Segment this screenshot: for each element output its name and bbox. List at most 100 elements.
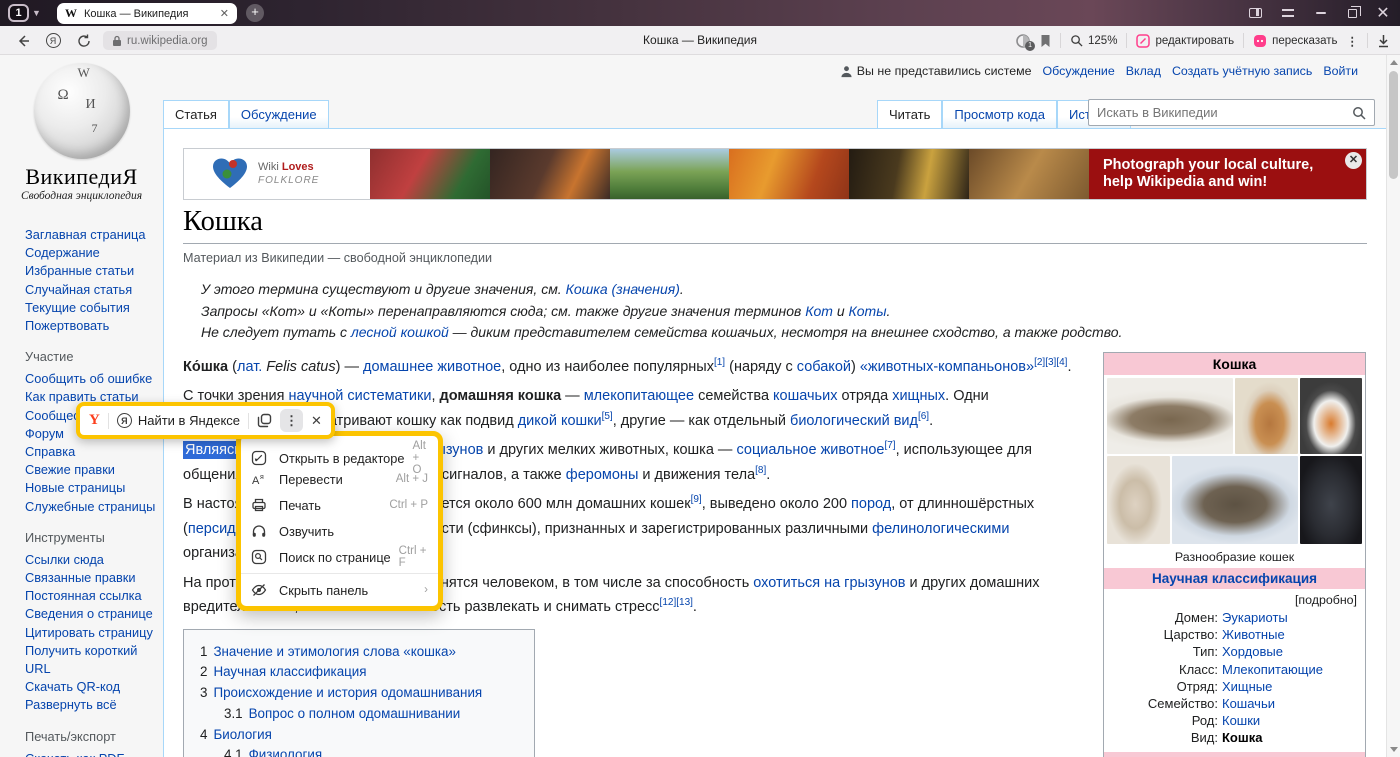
banner-message[interactable]: Photograph your local culture, help Wiki…	[1089, 149, 1366, 199]
toc-item[interactable]: 4Биология	[200, 725, 510, 746]
yandex-logo-icon[interactable]: Y	[89, 412, 100, 429]
cat-photo-gray[interactable]	[1300, 456, 1362, 544]
tax-link[interactable]: Хищные	[1222, 678, 1365, 695]
sidebar-item-help[interactable]: Справка	[25, 443, 163, 461]
zoom-control[interactable]: 125%	[1070, 34, 1117, 47]
sidebar-item-special-pages[interactable]: Служебные страницы	[25, 498, 163, 516]
yandex-services-button[interactable]: Я	[40, 26, 66, 55]
copy-icon[interactable]	[257, 413, 272, 428]
tax-link[interactable]: Кошки	[1222, 712, 1365, 729]
sidebar-item-qr-code[interactable]: Скачать QR-код	[25, 678, 163, 696]
link-contributions[interactable]: Вклад	[1126, 64, 1161, 78]
minimize-button[interactable]	[1306, 0, 1336, 26]
more-actions-button[interactable]: ⋮	[1347, 34, 1359, 48]
new-tab-button[interactable]: +	[246, 4, 264, 22]
tab-view-source[interactable]: Просмотр кода	[942, 100, 1057, 128]
toc-item[interactable]: 3.1Вопрос о полном одомашнивании	[224, 704, 510, 725]
link-create-account[interactable]: Создать учётную запись	[1172, 64, 1312, 78]
tax-link[interactable]: Животные	[1222, 626, 1365, 643]
find-in-yandex-button[interactable]: Я Найти в Яндексе	[117, 413, 240, 428]
sidebar-item-expand-all[interactable]: Развернуть всё	[25, 696, 163, 714]
tab-close-icon[interactable]: ✕	[220, 7, 229, 20]
menu-item-find-on-page[interactable]: Поиск по страницеCtrl + F	[241, 544, 438, 570]
toolbar-more-button[interactable]: ⋮	[280, 409, 303, 432]
page-scrollbar[interactable]	[1386, 55, 1400, 757]
details-link[interactable]: [подробно]	[1104, 589, 1365, 609]
menu-button[interactable]	[1273, 0, 1303, 26]
protect-button[interactable]: 1	[1015, 33, 1031, 49]
banner-folklore-text: FOLKLORE	[258, 174, 319, 187]
separator	[1060, 33, 1061, 48]
cat-photo-siamese[interactable]	[1107, 456, 1170, 544]
wikipedia-wordmark[interactable]: ВикипедиЯ	[0, 164, 163, 190]
search-input[interactable]	[1089, 105, 1352, 120]
sidebar-item-related-changes[interactable]: Связанные правки	[25, 569, 163, 587]
sidebar-item-contents[interactable]: Содержание	[25, 244, 163, 262]
cat-photo-orange-white[interactable]	[1300, 378, 1362, 454]
scroll-up-arrow-icon[interactable]	[1390, 60, 1398, 65]
menu-item-print[interactable]: ПечатьCtrl + P	[241, 492, 438, 518]
sidebar-item-report-error[interactable]: Сообщить об ошибке	[25, 370, 163, 388]
toc-item[interactable]: 3Происхождение и история одомашнивания	[200, 683, 510, 704]
sidebar-item-new-pages[interactable]: Новые страницы	[25, 479, 163, 497]
wiki-loves-folklore-banner[interactable]: Wiki Loves FOLKLORE Photograph your loca…	[183, 148, 1367, 200]
bookmark-flag-icon	[1040, 34, 1051, 48]
cat-photo-tabby-lying[interactable]	[1107, 378, 1233, 454]
download-icon	[1377, 34, 1390, 48]
toc-item[interactable]: 4.1Физиология	[224, 745, 510, 757]
toolbar-close-icon[interactable]: ✕	[311, 413, 322, 429]
address-pill[interactable]: ru.wikipedia.org	[103, 31, 217, 50]
globe-glyph: И	[86, 97, 96, 113]
downloads-button[interactable]	[1377, 34, 1390, 48]
sidebar-item-featured[interactable]: Избранные статьи	[25, 262, 163, 280]
toc-item[interactable]: 1Значение и этимология слова «кошка»	[200, 642, 510, 663]
sidebar-item-main[interactable]: Заглавная страница	[25, 226, 163, 244]
sidebar-item-permanent-link[interactable]: Постоянная ссылка	[25, 587, 163, 605]
sidebar-item-recent-changes[interactable]: Свежие правки	[25, 461, 163, 479]
toc-item[interactable]: 2Научная классификация	[200, 662, 510, 683]
tab-talk[interactable]: Обсуждение	[229, 100, 329, 128]
sidebar-item-page-info[interactable]: Сведения о странице	[25, 605, 163, 623]
tax-link[interactable]: Хордовые	[1222, 643, 1365, 660]
refresh-button[interactable]	[70, 26, 98, 55]
banner-close-icon[interactable]: ✕	[1345, 152, 1362, 169]
sidebar-item-short-url[interactable]: Получить короткий URL	[25, 642, 143, 678]
sidebar-item-current-events[interactable]: Текущие события	[25, 299, 163, 317]
scroll-down-arrow-icon[interactable]	[1390, 747, 1398, 752]
retell-button[interactable]: пересказать	[1253, 34, 1337, 48]
classification-header[interactable]: Научная классификация	[1104, 568, 1365, 589]
menu-item-translate[interactable]: Aя ПеревестиAlt + J	[241, 466, 438, 492]
cat-photo-abyssinian[interactable]	[1235, 378, 1298, 454]
sidebar-item-donate[interactable]: Пожертвовать	[25, 317, 163, 335]
hatnote: Не следует путать с лесной кошкой — дики…	[201, 322, 1367, 344]
link-user-talk[interactable]: Обсуждение	[1043, 64, 1115, 78]
submenu-chevron-icon: ›	[424, 584, 428, 596]
side-panel-button[interactable]	[1240, 0, 1270, 26]
menu-item-hide-panel[interactable]: Скрыть панель›	[241, 577, 438, 603]
menu-item-open-in-editor[interactable]: Открыть в редактореAlt + O	[241, 440, 438, 466]
scrollbar-thumb[interactable]	[1389, 71, 1398, 179]
tab-counter-button[interactable]: 1 ▼	[8, 4, 41, 22]
tab-article[interactable]: Статья	[163, 100, 229, 128]
browser-tab[interactable]: W Кошка — Википедия ✕	[57, 3, 237, 24]
tab-read[interactable]: Читать	[877, 100, 942, 128]
tax-link[interactable]: Млекопитающие	[1222, 661, 1365, 678]
wiki-search-box[interactable]	[1088, 99, 1375, 126]
back-button[interactable]	[8, 26, 38, 55]
sidebar-item-cite-page[interactable]: Цитировать страницу	[25, 624, 163, 642]
sidebar-item-what-links-here[interactable]: Ссылки сюда	[25, 551, 163, 569]
wikipedia-globe-logo[interactable]: W Ω И 7	[34, 63, 130, 159]
bookmark-button[interactable]	[1040, 34, 1051, 48]
sidebar-item-download-pdf[interactable]: Скачать как PDF	[25, 750, 163, 757]
close-window-button[interactable]: ✕	[1368, 0, 1398, 26]
cat-photo-tabby-snow[interactable]	[1172, 456, 1298, 544]
menu-item-read-aloud[interactable]: Озвучить	[241, 518, 438, 544]
tax-link[interactable]: Кошачьи	[1222, 695, 1365, 712]
edit-mode-button[interactable]: редактировать	[1136, 34, 1234, 48]
restore-button[interactable]	[1337, 0, 1367, 26]
sidebar-item-random[interactable]: Случайная статья	[25, 281, 163, 299]
link-login[interactable]: Войти	[1323, 64, 1358, 78]
banner-photo-strip	[370, 149, 1089, 199]
search-icon[interactable]	[1352, 106, 1366, 120]
tax-link[interactable]: Эукариоты	[1222, 609, 1365, 626]
